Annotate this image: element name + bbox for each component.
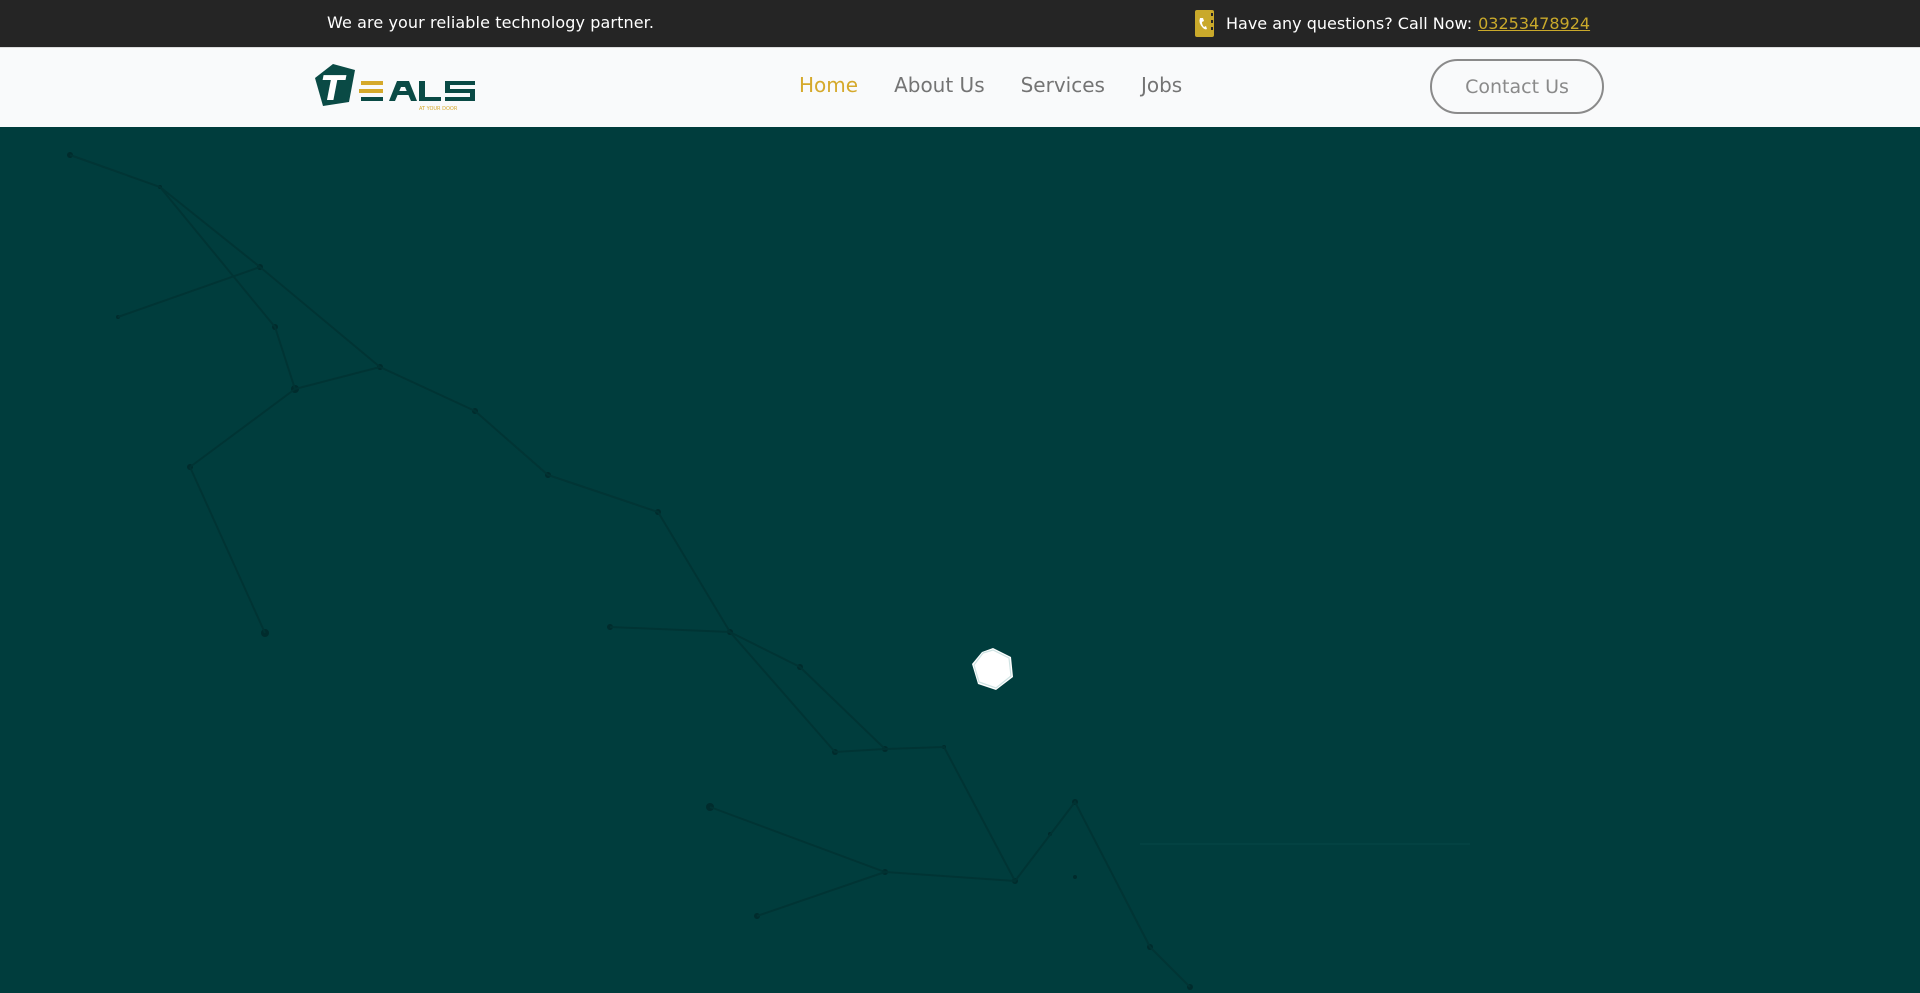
phone-icon (1195, 10, 1214, 37)
network-background (67, 152, 1470, 990)
top-info-bar: We are your reliable technology partner.… (0, 0, 1920, 47)
contact-info: Have any questions? Call Now: 0325347892… (1194, 10, 1590, 37)
teals-logo[interactable]: T AT YOUR DOOR (311, 62, 478, 114)
questions-text: Have any questions? Call Now: (1226, 14, 1473, 33)
primary-nav: Home About Us Services Jobs (799, 73, 1218, 97)
phone-link[interactable]: 03253478924 (1478, 14, 1590, 33)
nav-item-about-us[interactable]: About Us (894, 73, 985, 97)
nav-item-services[interactable]: Services (1021, 73, 1105, 97)
hero-section (0, 127, 1920, 993)
nav-item-home[interactable]: Home (799, 73, 858, 97)
nav-item-jobs[interactable]: Jobs (1141, 73, 1182, 97)
tagline: We are your reliable technology partner. (327, 13, 655, 32)
svg-text:T: T (321, 69, 347, 109)
logo-subtext: AT YOUR DOOR (419, 106, 458, 112)
loading-spinner-icon (972, 648, 1013, 690)
contact-us-button[interactable]: Contact Us (1430, 59, 1604, 114)
main-navbar: T AT YOUR DOOR Home About Us Services Jo… (0, 47, 1920, 128)
